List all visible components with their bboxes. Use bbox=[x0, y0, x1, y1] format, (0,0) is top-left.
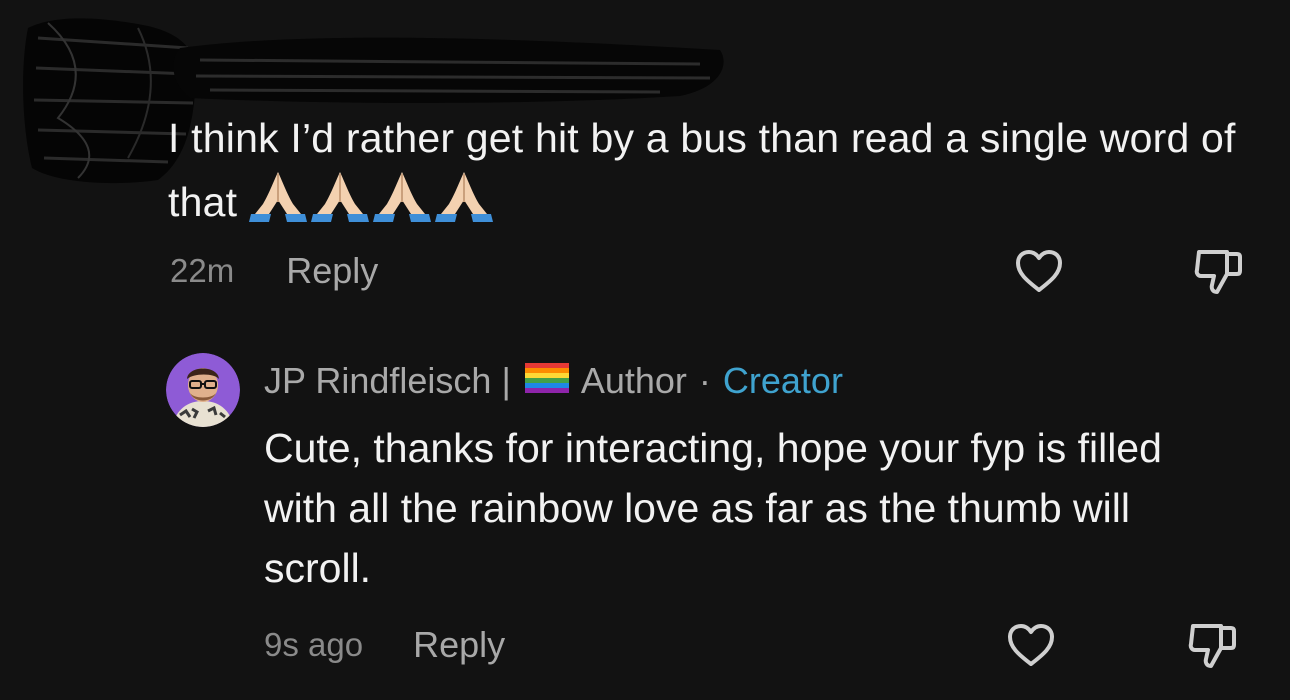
dislike-button[interactable] bbox=[1190, 243, 1246, 299]
emoji-row bbox=[247, 168, 495, 238]
thumbs-down-outline-icon bbox=[1188, 624, 1236, 668]
top-comment-meta: 22m Reply bbox=[170, 246, 378, 296]
folded-hands-emoji bbox=[311, 172, 370, 222]
folded-hands-emoji bbox=[249, 172, 308, 222]
heart-outline-icon bbox=[1008, 624, 1054, 666]
reply-comment-meta: 9s ago Reply bbox=[264, 620, 505, 670]
folded-hands-emoji bbox=[373, 172, 432, 222]
comment-timestamp: 9s ago bbox=[264, 626, 364, 663]
like-button[interactable] bbox=[1011, 243, 1067, 299]
reply-button[interactable]: Reply bbox=[413, 624, 505, 666]
dislike-button[interactable] bbox=[1184, 617, 1240, 673]
author-badge: Author bbox=[580, 360, 687, 401]
reply-comment-header: JP Rindfleisch | Author · Creator bbox=[264, 358, 843, 404]
top-comment-text: I think I’d rather get hit by a bus than… bbox=[168, 108, 1258, 238]
like-button[interactable] bbox=[1003, 617, 1059, 673]
name-divider: | bbox=[501, 360, 511, 401]
badge-separator: · bbox=[698, 360, 711, 401]
folded-hands-emoji bbox=[435, 172, 494, 222]
avatar[interactable] bbox=[166, 353, 240, 427]
redacted-username bbox=[173, 37, 724, 104]
thumbs-down-outline-icon bbox=[1194, 250, 1242, 294]
rainbow-flag-emoji bbox=[524, 360, 569, 402]
rainbow-flag-icon bbox=[524, 363, 569, 393]
author-name[interactable]: JP Rindfleisch bbox=[264, 360, 491, 402]
creator-badge: Creator bbox=[722, 360, 843, 401]
heart-outline-icon bbox=[1016, 250, 1062, 292]
reply-button[interactable]: Reply bbox=[286, 250, 378, 292]
reply-comment-text: Cute, thanks for interacting, hope your … bbox=[264, 425, 1162, 591]
comment-timestamp: 22m bbox=[170, 252, 235, 289]
author-avatar-image bbox=[166, 353, 240, 427]
